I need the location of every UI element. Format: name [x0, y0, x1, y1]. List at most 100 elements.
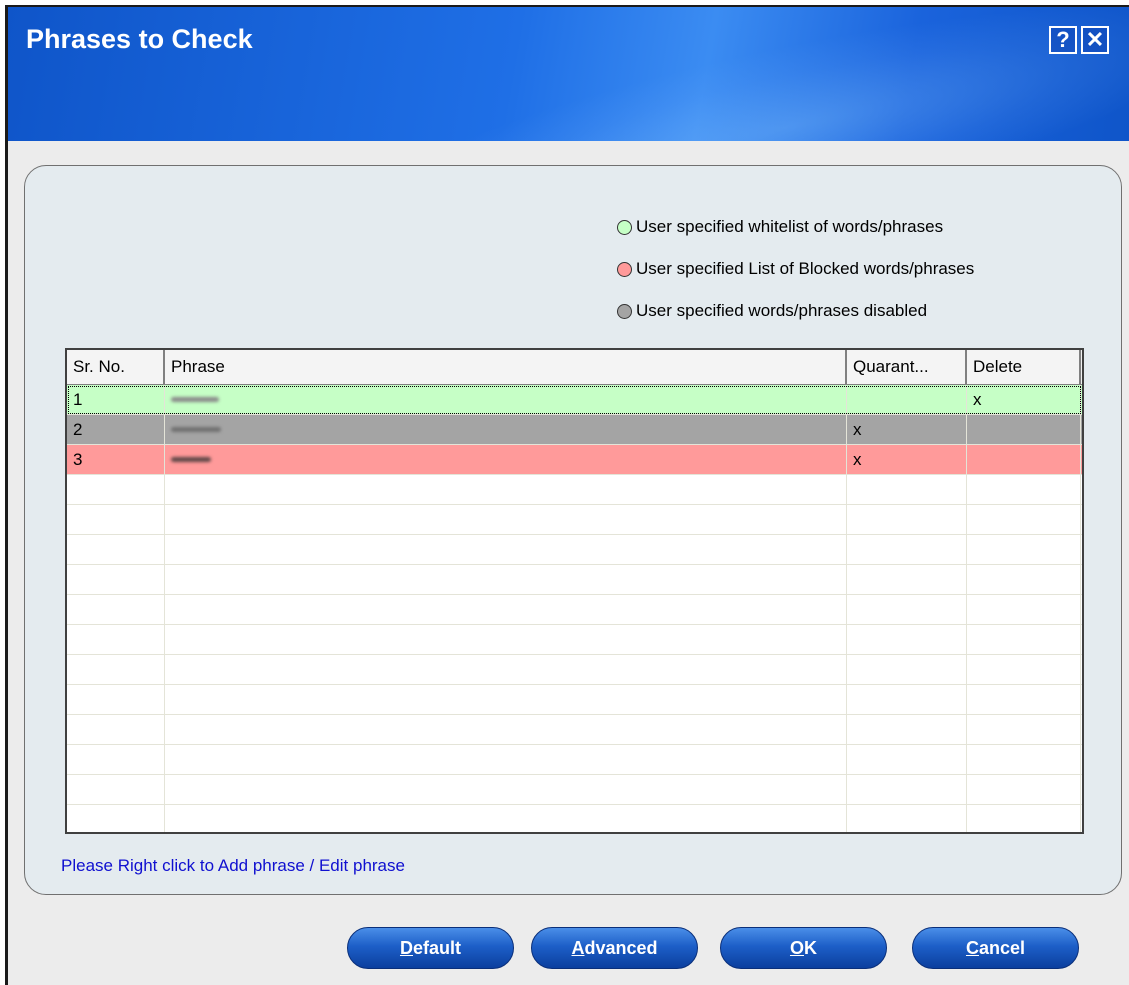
legend-label: User specified whitelist of words/phrase…: [636, 217, 944, 236]
empty-table-row[interactable]: [67, 535, 1082, 565]
empty-cell: [67, 655, 165, 685]
red-dot-icon: [617, 261, 632, 277]
mnemonic: D: [399, 938, 413, 958]
title-bar[interactable]: Phrases to Check ? ✕: [8, 7, 1129, 141]
mnemonic: A: [571, 938, 585, 958]
mnemonic: C: [965, 938, 979, 958]
quarantine-cell: x: [847, 445, 967, 475]
empty-cell: [165, 475, 847, 505]
legend: User specified whitelist of words/phrase…: [617, 206, 974, 332]
empty-cell: [847, 475, 967, 505]
empty-table-row[interactable]: [67, 715, 1082, 745]
default-button[interactable]: Default: [347, 927, 514, 969]
empty-cell: [67, 505, 165, 535]
empty-cell: [967, 505, 1081, 535]
dialog-title: Phrases to Check: [26, 24, 253, 54]
empty-cell: [847, 745, 967, 775]
empty-rows: [67, 475, 1082, 832]
mnemonic: O: [789, 938, 804, 958]
empty-table-row[interactable]: [67, 565, 1082, 595]
gray-dot-icon: [617, 303, 632, 319]
redacted-text: [171, 457, 211, 462]
cancel-button[interactable]: Cancel: [912, 927, 1079, 969]
content-panel: User specified whitelist of words/phrase…: [24, 165, 1122, 895]
empty-table-row[interactable]: [67, 775, 1082, 805]
empty-cell: [847, 715, 967, 745]
phrases-table[interactable]: Sr. No. Phrase Quarant... Delete 1 x 2 x…: [65, 348, 1084, 834]
help-icon: ?: [1056, 27, 1070, 52]
table-row[interactable]: 3 x: [67, 445, 1082, 475]
sr-no-cell: 3: [67, 445, 165, 475]
phrase-cell: [165, 415, 847, 445]
empty-cell: [165, 805, 847, 832]
delete-cell: [967, 445, 1081, 475]
sr-no-cell: 2: [67, 415, 165, 445]
delete-cell: x: [967, 385, 1081, 415]
empty-cell: [847, 655, 967, 685]
empty-cell: [967, 715, 1081, 745]
empty-cell: [847, 775, 967, 805]
empty-cell: [165, 715, 847, 745]
empty-cell: [165, 685, 847, 715]
empty-cell: [67, 475, 165, 505]
empty-cell: [67, 775, 165, 805]
empty-cell: [67, 715, 165, 745]
empty-cell: [967, 655, 1081, 685]
quarantine-cell: [847, 385, 967, 415]
empty-table-row[interactable]: [67, 805, 1082, 832]
phrase-cell: [165, 385, 847, 415]
table-row[interactable]: 1 x: [67, 385, 1082, 415]
empty-cell: [165, 745, 847, 775]
button-label: dvanced: [584, 938, 658, 958]
column-header-phrase[interactable]: Phrase: [165, 350, 847, 384]
empty-cell: [967, 595, 1081, 625]
empty-table-row[interactable]: [67, 655, 1082, 685]
empty-cell: [967, 685, 1081, 715]
empty-table-row[interactable]: [67, 595, 1082, 625]
close-button[interactable]: ✕: [1081, 26, 1109, 54]
column-header-sr-no[interactable]: Sr. No.: [67, 350, 165, 384]
phrase-cell: [165, 445, 847, 475]
empty-cell: [967, 745, 1081, 775]
empty-cell: [967, 805, 1081, 832]
empty-cell: [847, 625, 967, 655]
dialog-window: Phrases to Check ? ✕ User specified whit…: [5, 5, 1129, 985]
empty-cell: [165, 655, 847, 685]
empty-cell: [67, 535, 165, 565]
empty-cell: [165, 505, 847, 535]
empty-table-row[interactable]: [67, 475, 1082, 505]
help-button[interactable]: ?: [1049, 26, 1077, 54]
column-header-quarantine[interactable]: Quarant...: [847, 350, 967, 384]
ok-button[interactable]: OK: [720, 927, 887, 969]
legend-item-whitelist: User specified whitelist of words/phrase…: [617, 206, 974, 248]
empty-table-row[interactable]: [67, 505, 1082, 535]
table-row[interactable]: 2 x: [67, 415, 1082, 445]
redacted-text: [171, 397, 219, 402]
empty-cell: [847, 535, 967, 565]
button-label: ancel: [978, 938, 1026, 958]
empty-cell: [967, 475, 1081, 505]
empty-cell: [165, 595, 847, 625]
empty-cell: [847, 565, 967, 595]
button-label: efault: [412, 938, 461, 958]
empty-cell: [847, 595, 967, 625]
redacted-text: [171, 427, 221, 432]
hint-text: Please Right click to Add phrase / Edit …: [61, 856, 405, 875]
empty-cell: [967, 535, 1081, 565]
empty-cell: [847, 805, 967, 832]
column-header-delete[interactable]: Delete: [967, 350, 1081, 384]
empty-cell: [67, 565, 165, 595]
advanced-button[interactable]: Advanced: [531, 927, 698, 969]
table-header: Sr. No. Phrase Quarant... Delete: [67, 350, 1082, 385]
legend-item-disabled: User specified words/phrases disabled: [617, 290, 974, 332]
empty-cell: [967, 625, 1081, 655]
legend-label: User specified List of Blocked words/phr…: [636, 259, 975, 278]
empty-table-row[interactable]: [67, 685, 1082, 715]
empty-cell: [165, 625, 847, 655]
empty-cell: [165, 535, 847, 565]
empty-cell: [165, 775, 847, 805]
empty-cell: [67, 625, 165, 655]
empty-table-row[interactable]: [67, 625, 1082, 655]
legend-item-blocked: User specified List of Blocked words/phr…: [617, 248, 974, 290]
empty-table-row[interactable]: [67, 745, 1082, 775]
